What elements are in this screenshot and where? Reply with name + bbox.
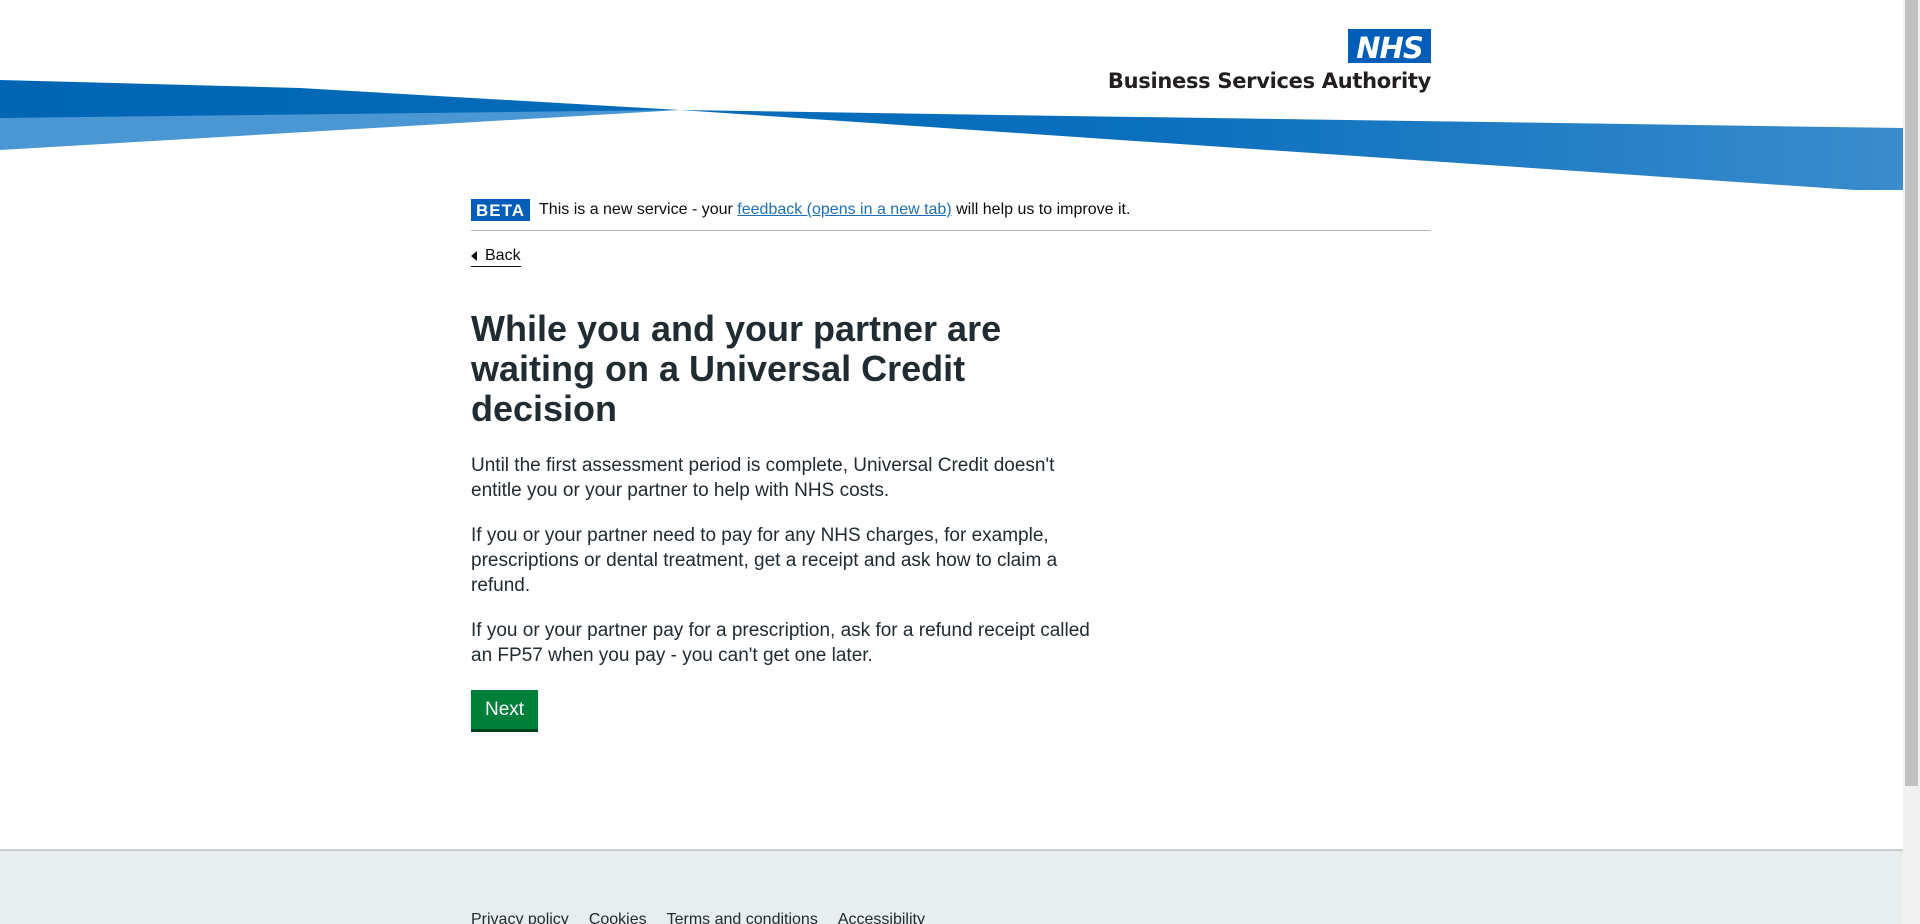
scrollbar-thumb[interactable]: [1905, 0, 1918, 786]
phase-banner: BETA This is a new service - your feedba…: [471, 199, 1431, 231]
nhs-logo-badge: NHS: [1348, 29, 1431, 65]
nhs-bsa-logo[interactable]: NHS Business Services Authority: [1108, 29, 1431, 97]
header-wave-banner: [0, 80, 1903, 190]
next-button[interactable]: Next: [471, 690, 539, 729]
browser-viewport: NHS Business Services Authority BETA Thi…: [0, 0, 1920, 924]
beta-tag: BETA: [471, 199, 531, 221]
footer: Privacy policy Cookies Terms and conditi…: [0, 849, 1903, 924]
vertical-scrollbar[interactable]: [1903, 0, 1920, 924]
footer-link-privacy[interactable]: Privacy policy: [471, 911, 569, 924]
page: NHS Business Services Authority BETA Thi…: [0, 0, 1903, 924]
chevron-left-icon: [471, 251, 477, 261]
paragraph-1: Until the first assessment period is com…: [471, 455, 1055, 501]
phase-banner-text: This is a new service - your feedback (o…: [539, 201, 1130, 219]
paragraph-2: If you or your partner need to pay for a…: [471, 525, 1058, 596]
footer-link-terms[interactable]: Terms and conditions: [667, 911, 818, 924]
back-link-label: Back: [485, 247, 521, 264]
main-content: While you and your partner are waiting o…: [471, 309, 1101, 729]
page-title: While you and your partner are waiting o…: [471, 308, 1002, 429]
org-name: Business Services Authority: [1107, 69, 1431, 93]
footer-link-accessibility[interactable]: Accessibility: [838, 911, 925, 924]
back-link[interactable]: Back: [471, 246, 521, 267]
feedback-link[interactable]: feedback (opens in a new tab): [737, 201, 951, 218]
main-container: BETA This is a new service - your feedba…: [471, 199, 1431, 729]
phase-text-before: This is a new service - your: [539, 201, 738, 218]
paragraph-3: If you or your partner pay for a prescri…: [471, 620, 1090, 666]
phase-text-after: will help us to improve it.: [951, 201, 1131, 218]
footer-links: Privacy policy Cookies Terms and conditi…: [471, 911, 925, 924]
footer-link-cookies[interactable]: Cookies: [589, 911, 647, 924]
